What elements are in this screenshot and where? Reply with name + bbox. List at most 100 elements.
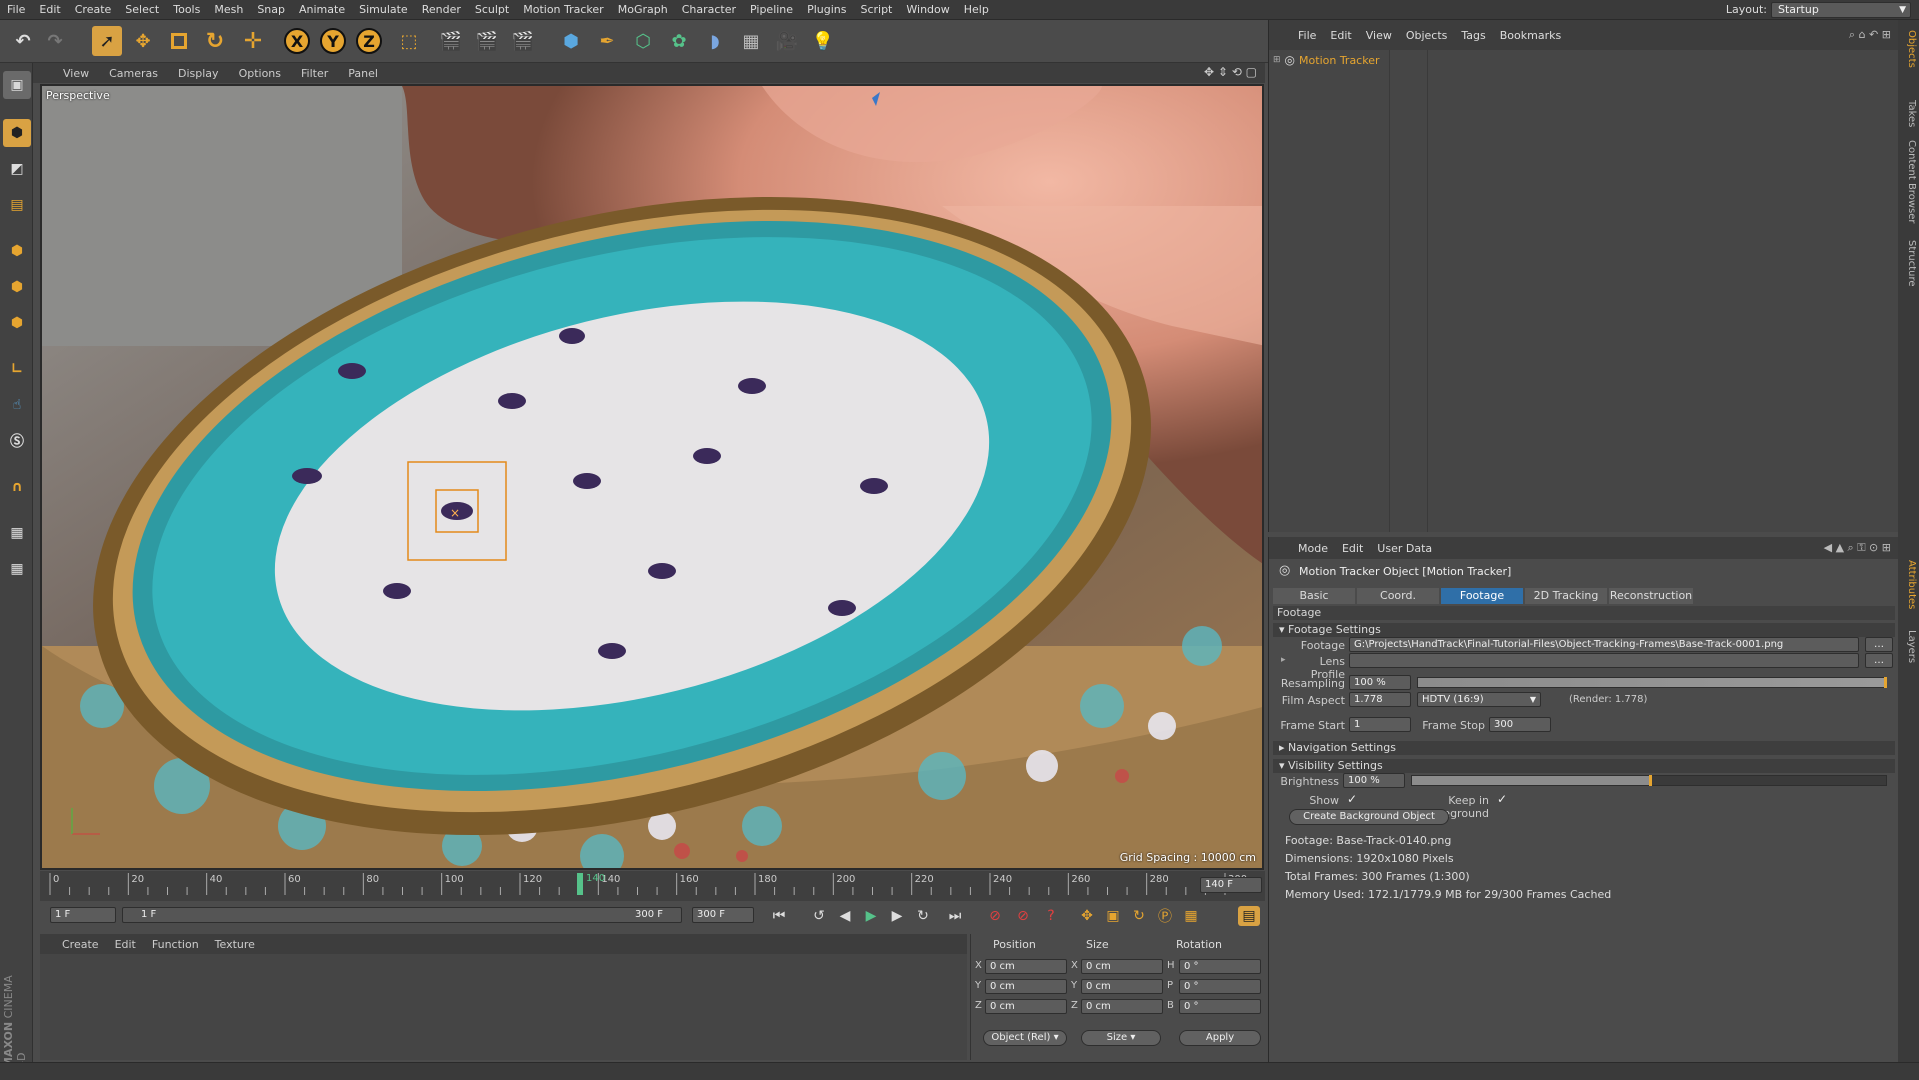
points-mode-icon[interactable]: ⬢ xyxy=(3,237,31,265)
subdivision-icon[interactable]: ⬡ xyxy=(628,26,658,56)
rotation-key-icon[interactable]: ↻ xyxy=(1128,906,1150,926)
move-icon[interactable]: ✥ xyxy=(128,26,158,56)
previous-key-icon[interactable]: ↺ xyxy=(808,906,830,926)
timeline-ruler[interactable]: 0204060801001201401601802002202402602803… xyxy=(40,871,1265,901)
floor-icon[interactable]: ▦ xyxy=(736,26,766,56)
rot-h-field[interactable]: 0 ° xyxy=(1179,959,1261,974)
obj-menu-view[interactable]: View xyxy=(1359,29,1399,42)
end-frame-field[interactable]: 300 F xyxy=(692,907,754,923)
go-to-start-icon[interactable]: ⏮ xyxy=(768,906,790,926)
scale-key-icon[interactable]: ▣ xyxy=(1102,906,1124,926)
timeline-window-icon[interactable]: ▤ xyxy=(1238,906,1260,926)
obj-manager-nav-icons[interactable]: ⌕ ⌂ ↶ ⊞ xyxy=(1849,28,1891,42)
expand-arrow-icon[interactable]: ▸ xyxy=(1281,655,1286,665)
pos-x-field[interactable]: 0 cm xyxy=(985,959,1067,974)
footage-path-field[interactable]: G:\Projects\HandTrack\Final-Tutorial-Fil… xyxy=(1349,637,1859,652)
menu-create[interactable]: Create xyxy=(68,3,119,16)
position-key-icon[interactable]: ✥ xyxy=(1076,906,1098,926)
menu-render[interactable]: Render xyxy=(415,3,468,16)
apply-button[interactable]: Apply xyxy=(1179,1030,1261,1046)
size-z-field[interactable]: 0 cm xyxy=(1081,999,1163,1014)
rotate-icon[interactable]: ↻ xyxy=(200,26,230,56)
size-x-field[interactable]: 0 cm xyxy=(1081,959,1163,974)
undo-icon[interactable]: ↶ xyxy=(8,26,38,56)
rot-b-field[interactable]: 0 ° xyxy=(1179,999,1261,1014)
footage-settings-group[interactable]: ▾ Footage Settings xyxy=(1273,623,1895,637)
model-mode-icon[interactable]: ⬢ xyxy=(3,119,31,147)
material-menu-function[interactable]: Function xyxy=(144,938,207,951)
coordinate-system-icon[interactable]: ⬚ xyxy=(394,26,424,56)
film-aspect-field[interactable]: 1.778 xyxy=(1349,692,1411,707)
deformer-icon[interactable]: ◗ xyxy=(700,26,730,56)
previous-frame-icon[interactable]: ◀ xyxy=(834,906,856,926)
obj-menu-tags[interactable]: Tags xyxy=(1454,29,1492,42)
menu-snap[interactable]: Snap xyxy=(250,3,292,16)
viewport-menu-cameras[interactable]: Cameras xyxy=(99,67,168,80)
obj-menu-objects[interactable]: Objects xyxy=(1399,29,1455,42)
viewport-menu-display[interactable]: Display xyxy=(168,67,229,80)
snap-icon[interactable]: Ⓢ xyxy=(3,427,31,455)
make-editable-icon[interactable]: ▣ xyxy=(3,71,31,99)
menu-window[interactable]: Window xyxy=(899,3,956,16)
menu-mesh[interactable]: Mesh xyxy=(207,3,250,16)
viewport-menu-options[interactable]: Options xyxy=(229,67,291,80)
layout-select[interactable]: Startup ▼ xyxy=(1771,2,1911,18)
menu-simulate[interactable]: Simulate xyxy=(352,3,415,16)
next-key-icon[interactable]: ↻ xyxy=(912,906,934,926)
menu-tools[interactable]: Tools xyxy=(166,3,207,16)
obj-menu-bookmarks[interactable]: Bookmarks xyxy=(1493,29,1568,42)
object-row-motion-tracker[interactable]: ⊞ ◎ Motion Tracker xyxy=(1273,52,1380,68)
attr-menu-mode[interactable]: Mode xyxy=(1291,542,1335,555)
side-tab-content-browser[interactable]: Content Browser xyxy=(1900,140,1917,223)
playhead[interactable] xyxy=(577,873,583,895)
pos-y-field[interactable]: 0 cm xyxy=(985,979,1067,994)
redo-icon[interactable]: ↷ xyxy=(40,26,70,56)
attr-nav-icons[interactable]: ◀ ▲ ⌕ ⚿ ⊙ ⊞ xyxy=(1824,541,1891,555)
slider-handle[interactable] xyxy=(1884,677,1887,688)
edges-mode-icon[interactable]: ⬢ xyxy=(3,273,31,301)
range-slider[interactable]: 1 F 300 F xyxy=(122,907,682,923)
viewport-menu-panel[interactable]: Panel xyxy=(338,67,388,80)
viewport[interactable]: × Perspective Grid Spacing : 10000 cm xyxy=(40,84,1264,870)
cube-icon[interactable]: ⬢ xyxy=(556,26,586,56)
keyframe-selection-icon[interactable]: ? xyxy=(1040,906,1062,926)
material-menu-texture[interactable]: Texture xyxy=(207,938,263,951)
planar-workplane-icon[interactable]: ▦ xyxy=(3,555,31,583)
y-axis-lock-button[interactable]: Y xyxy=(318,26,348,56)
render-settings-icon[interactable]: 🎬 xyxy=(508,26,538,56)
size-y-field[interactable]: 0 cm xyxy=(1081,979,1163,994)
expand-icon[interactable]: ⊞ xyxy=(1273,55,1281,65)
magnet-icon[interactable]: ∩ xyxy=(3,473,31,501)
autokeying-icon[interactable]: ⊘ xyxy=(1012,906,1034,926)
material-manager-area[interactable] xyxy=(40,954,967,1060)
go-to-end-icon[interactable]: ⏭ xyxy=(944,906,966,926)
footage-browse-button[interactable]: … xyxy=(1865,637,1893,652)
film-aspect-select[interactable]: HDTV (16:9) ▼ xyxy=(1417,692,1541,707)
pla-key-icon[interactable]: ▦ xyxy=(1180,906,1202,926)
create-background-button[interactable]: Create Background Object xyxy=(1289,809,1449,825)
coord-mode-select[interactable]: Object (Rel) ▾ xyxy=(983,1030,1067,1046)
obj-menu-edit[interactable]: Edit xyxy=(1323,29,1358,42)
brightness-slider[interactable] xyxy=(1411,775,1887,786)
pen-icon[interactable]: ✒ xyxy=(592,26,622,56)
light-icon[interactable]: 💡 xyxy=(808,26,838,56)
menu-sculpt[interactable]: Sculpt xyxy=(468,3,516,16)
polygons-mode-icon[interactable]: ⬢ xyxy=(3,309,31,337)
side-tab-takes[interactable]: Takes xyxy=(1900,100,1917,127)
side-tab-structure[interactable]: Structure xyxy=(1900,240,1917,287)
menu-motion-tracker[interactable]: Motion Tracker xyxy=(516,3,610,16)
rot-p-field[interactable]: 0 ° xyxy=(1179,979,1261,994)
pos-z-field[interactable]: 0 cm xyxy=(985,999,1067,1014)
z-axis-lock-button[interactable]: Z xyxy=(354,26,384,56)
tab-basic[interactable]: Basic xyxy=(1273,588,1355,604)
scale-icon[interactable] xyxy=(164,26,194,56)
resampling-field[interactable]: 100 % xyxy=(1349,675,1411,690)
lens-profile-field[interactable] xyxy=(1349,653,1859,668)
start-frame-field[interactable]: 1 F xyxy=(50,907,116,923)
viewport-menu-filter[interactable]: Filter xyxy=(291,67,338,80)
tab-footage[interactable]: Footage xyxy=(1441,588,1523,604)
texture-mode-icon[interactable]: ◩ xyxy=(3,155,31,183)
play-icon[interactable]: ▶ xyxy=(860,906,882,926)
next-frame-icon[interactable]: ▶ xyxy=(886,906,908,926)
attr-menu-user-data[interactable]: User Data xyxy=(1370,542,1439,555)
